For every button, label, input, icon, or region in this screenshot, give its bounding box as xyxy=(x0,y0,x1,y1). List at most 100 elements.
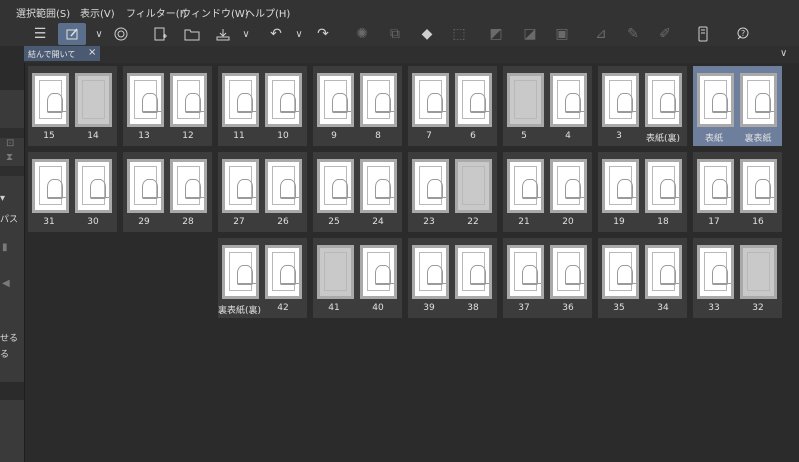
bar-chart-icon[interactable]: ▮ xyxy=(2,242,8,253)
page-thumbnail[interactable] xyxy=(265,73,302,127)
fill-bucket-icon[interactable]: ◆ xyxy=(416,23,438,45)
page-thumbnail[interactable] xyxy=(170,159,207,213)
page-spread[interactable]: 裏表紙(裏) 42 xyxy=(218,238,307,318)
page-thumbnail[interactable] xyxy=(360,159,397,213)
loading-icon[interactable]: ✺ xyxy=(351,23,373,45)
expand-icon[interactable]: ⊡ xyxy=(6,138,14,149)
page-thumbnail[interactable] xyxy=(75,73,112,127)
menu-filter[interactable]: フィルター(I) xyxy=(126,5,187,20)
new-page-icon[interactable] xyxy=(149,23,171,45)
chevron-down-icon[interactable]: ∨ xyxy=(88,23,110,45)
hourglass-icon[interactable]: ⧗ xyxy=(6,152,13,163)
page-thumbnail[interactable] xyxy=(360,245,397,299)
page-thumbnail[interactable] xyxy=(222,159,259,213)
page-thumbnail[interactable] xyxy=(507,159,544,213)
page-thumbnail[interactable] xyxy=(317,159,354,213)
menu-window[interactable]: ウィンドウ(W) xyxy=(181,5,249,20)
page-thumbnail[interactable] xyxy=(740,73,777,127)
undo-icon[interactable]: ↶ xyxy=(265,23,287,45)
edit-pen-icon[interactable] xyxy=(58,23,86,45)
device-icon[interactable] xyxy=(692,23,714,45)
page-thumbnail[interactable] xyxy=(32,73,69,127)
page-thumbnail[interactable] xyxy=(412,245,449,299)
page-spread[interactable]: 35 34 xyxy=(598,238,687,318)
page-thumbnail[interactable] xyxy=(265,245,302,299)
page-spread[interactable]: 54 xyxy=(503,66,592,146)
page-thumbnail[interactable] xyxy=(645,245,682,299)
page-spread[interactable]: 3 表紙(裏) xyxy=(598,66,687,146)
page-thumbnail[interactable] xyxy=(740,159,777,213)
page-spread[interactable]: 76 xyxy=(408,66,497,146)
page-thumbnail[interactable] xyxy=(222,245,259,299)
chevron-down-icon[interactable]: ∨ xyxy=(288,23,310,45)
menu-selection[interactable]: 選択範囲(S) xyxy=(16,5,70,20)
page-spread[interactable]: 98 xyxy=(313,66,402,146)
page-spread[interactable]: 19 18 xyxy=(598,152,687,232)
save-icon[interactable] xyxy=(212,23,234,45)
page-thumbnail[interactable] xyxy=(550,159,587,213)
page-thumbnail[interactable] xyxy=(697,245,734,299)
brush-icon[interactable]: ✎ xyxy=(622,23,644,45)
page-spread[interactable]: 37 36 xyxy=(503,238,592,318)
page-spread[interactable]: 31 30 xyxy=(28,152,117,232)
page-thumbnail[interactable] xyxy=(317,245,354,299)
page-thumbnail[interactable] xyxy=(265,159,302,213)
page-thumbnail[interactable] xyxy=(507,245,544,299)
menu-help[interactable]: ヘルプ(H) xyxy=(245,5,290,20)
page-spread[interactable]: 11 10 xyxy=(218,66,307,146)
page-spread[interactable]: 41 40 xyxy=(313,238,402,318)
page-thumbnail[interactable] xyxy=(602,73,639,127)
redo-icon[interactable]: ↷ xyxy=(312,23,334,45)
page-thumbnail[interactable] xyxy=(697,159,734,213)
page-thumbnail[interactable] xyxy=(127,73,164,127)
page-thumbnail[interactable] xyxy=(602,159,639,213)
page-thumbnail[interactable] xyxy=(507,73,544,127)
copy-layer-icon[interactable]: ⧉ xyxy=(384,23,406,45)
dropdown-icon[interactable]: ▾ xyxy=(0,193,5,204)
page-thumbnail[interactable] xyxy=(550,245,587,299)
invert-icon[interactable]: ◪ xyxy=(519,23,541,45)
page-thumbnail[interactable] xyxy=(127,159,164,213)
page-thumbnail[interactable] xyxy=(455,73,492,127)
page-spread[interactable]: 13 12 xyxy=(123,66,212,146)
page-spread[interactable]: 25 24 xyxy=(313,152,402,232)
hamburger-menu-icon[interactable]: ☰ xyxy=(29,23,51,45)
eraser-icon[interactable]: ✐ xyxy=(654,23,676,45)
menu-view[interactable]: 表示(V) xyxy=(80,5,115,20)
page-spread[interactable]: 17 16 xyxy=(693,152,782,232)
page-thumbnail[interactable] xyxy=(645,73,682,127)
page-thumbnail[interactable] xyxy=(222,73,259,127)
page-spread[interactable]: 15 14 xyxy=(28,66,117,146)
ruler-icon[interactable]: ⊿ xyxy=(590,23,612,45)
page-thumbnail[interactable] xyxy=(360,73,397,127)
help-icon[interactable]: ? xyxy=(731,23,753,45)
page-thumbnail[interactable] xyxy=(550,73,587,127)
page-spread[interactable]: 33 32 xyxy=(693,238,782,318)
page-thumbnail[interactable] xyxy=(740,245,777,299)
folder-icon[interactable] xyxy=(181,23,203,45)
page-thumbnail[interactable] xyxy=(645,159,682,213)
page-thumbnail[interactable] xyxy=(317,73,354,127)
page-spread[interactable]: 27 26 xyxy=(218,152,307,232)
page-spread[interactable]: 21 20 xyxy=(503,152,592,232)
page-spread[interactable]: 29 28 xyxy=(123,152,212,232)
deselect-icon[interactable]: ◩ xyxy=(485,23,507,45)
page-spread[interactable]: 23 22 xyxy=(408,152,497,232)
close-icon[interactable]: × xyxy=(88,47,96,58)
page-thumbnail[interactable] xyxy=(455,159,492,213)
chevron-down-icon[interactable]: ∨ xyxy=(235,23,257,45)
page-thumbnail[interactable] xyxy=(697,73,734,127)
chevron-down-icon[interactable]: ∨ xyxy=(780,48,787,59)
page-thumbnail[interactable] xyxy=(412,73,449,127)
page-thumbnail[interactable] xyxy=(75,159,112,213)
page-thumbnail[interactable] xyxy=(412,159,449,213)
border-icon[interactable]: ▣ xyxy=(551,23,573,45)
page-thumbnail[interactable] xyxy=(455,245,492,299)
page-thumbnail[interactable] xyxy=(32,159,69,213)
tab-document[interactable]: 結んで開いて × xyxy=(24,46,100,61)
page-thumbnail[interactable] xyxy=(170,73,207,127)
spiral-icon[interactable] xyxy=(110,23,132,45)
transform-icon[interactable]: ⬚ xyxy=(448,23,470,45)
page-spread[interactable]: 39 38 xyxy=(408,238,497,318)
page-thumbnail[interactable] xyxy=(602,245,639,299)
